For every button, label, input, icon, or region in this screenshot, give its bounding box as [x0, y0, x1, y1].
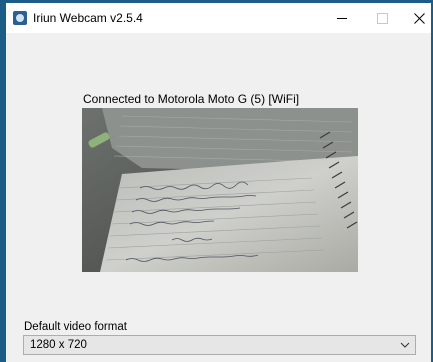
- close-icon: [413, 12, 425, 24]
- default-video-format-label: Default video format: [24, 321, 127, 333]
- camera-preview-image: [82, 108, 358, 272]
- window-title: Iriun Webcam v2.5.4: [33, 11, 143, 25]
- iriun-webcam-icon: [13, 11, 27, 25]
- close-button[interactable]: [399, 3, 431, 33]
- connection-status: Connected to Motorola Moto G (5) [WiFi]: [83, 92, 300, 106]
- maximize-button[interactable]: [362, 3, 402, 33]
- video-format-select[interactable]: 1280 x 720: [23, 335, 416, 355]
- minimize-button[interactable]: [322, 3, 362, 33]
- title-bar[interactable]: Iriun Webcam v2.5.4: [6, 3, 431, 33]
- app-window: Iriun Webcam v2.5.4 Connected to Motorol…: [6, 3, 431, 362]
- chevron-down-icon: [400, 342, 410, 348]
- video-format-selected-value: 1280 x 720: [30, 339, 87, 351]
- minimize-icon: [337, 17, 347, 19]
- maximize-icon: [376, 12, 388, 24]
- camera-preview: [82, 108, 358, 272]
